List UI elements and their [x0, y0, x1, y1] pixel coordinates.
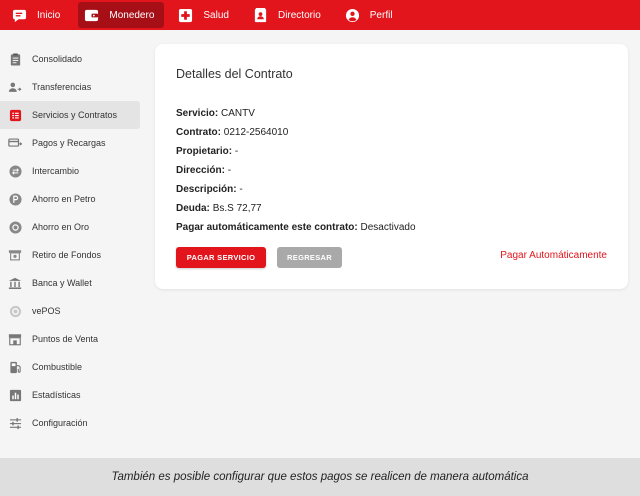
contract-details: Servicio: CANTV Contrato: 0212-2564010 P… [176, 104, 416, 237]
detail-servicio: Servicio: CANTV [176, 104, 416, 123]
detail-label: Dirección: [176, 165, 225, 176]
sidebar-item-label: Configuración [32, 418, 88, 428]
sidebar-item-configuracion[interactable]: Configuración [0, 409, 140, 437]
sidebar-item-banca[interactable]: Banca y Wallet [0, 269, 140, 297]
sidebar-item-transferencias[interactable]: Transferencias [0, 73, 140, 101]
sidebar-item-label: Pagos y Recargas [32, 138, 106, 148]
petro-coin-icon [8, 192, 22, 206]
detail-value: CANTV [221, 108, 255, 119]
withdraw-icon [8, 248, 22, 262]
user-icon [345, 8, 360, 23]
person-transfer-icon [8, 80, 22, 94]
sidebar-item-ahorro-oro[interactable]: Ahorro en Oro [0, 213, 140, 241]
detail-propietario: Propietario: - [176, 142, 416, 161]
caption: También es posible configurar que estos … [0, 458, 640, 496]
receipt-icon [8, 108, 22, 122]
detail-contrato: Contrato: 0212-2564010 [176, 123, 416, 142]
detail-value: - [234, 146, 239, 157]
sidebar-item-label: Ahorro en Oro [32, 222, 90, 232]
detail-value: - [227, 165, 232, 176]
card-title: Detalles del Contrato [176, 67, 293, 81]
fuel-pump-icon [8, 360, 22, 374]
sidebar-item-intercambio[interactable]: Intercambio [0, 157, 140, 185]
chat-icon [12, 8, 27, 23]
topnav-directorio[interactable]: Directorio [247, 2, 331, 28]
sidebar-item-label: Puntos de Venta [32, 334, 99, 344]
detail-value: - [239, 184, 243, 195]
sliders-icon [8, 416, 22, 430]
sidebar-item-label: Retiro de Fondos [32, 250, 102, 260]
store-icon [8, 332, 22, 346]
sidebar-item-consolidado[interactable]: Consolidado [0, 45, 140, 73]
top-navigation-bar: Inicio Monedero Salud Directorio Perfil [0, 0, 640, 30]
detail-label: Descripción: [176, 184, 237, 195]
sidebar-item-label: Banca y Wallet [32, 278, 92, 288]
gold-coin-icon [8, 220, 22, 234]
sidebar-item-label: Intercambio [32, 166, 80, 176]
topnav-label: Monedero [109, 9, 155, 21]
detail-direccion: Dirección: - [176, 161, 416, 180]
topnav-label: Salud [203, 9, 229, 21]
detail-value: Bs.S 72,77 [212, 203, 262, 214]
sidebar-item-combustible[interactable]: Combustible [0, 353, 140, 381]
contacts-book-icon [253, 7, 268, 23]
topnav-inicio[interactable]: Inicio [6, 2, 70, 28]
pay-service-button[interactable]: PAGAR SERVICIO [176, 247, 266, 268]
payment-card-icon [8, 136, 22, 150]
detail-label: Deuda: [176, 203, 210, 214]
sidebar-item-puntos-venta[interactable]: Puntos de Venta [0, 325, 140, 353]
sidebar-item-label: Combustible [32, 362, 83, 372]
sidebar-item-vepos[interactable]: vePOS [0, 297, 140, 325]
topnav-label: Directorio [277, 9, 321, 21]
detail-pago-automatico: Pagar automáticamente este contrato: Des… [176, 218, 416, 237]
detail-label: Contrato: [176, 127, 221, 138]
detail-descripcion: Descripción: - [176, 180, 416, 199]
sidebar-item-label: Servicios y Contratos [32, 110, 118, 120]
wallet-icon [84, 8, 99, 23]
sidebar-item-label: vePOS [32, 306, 61, 316]
topnav-label: Perfil [369, 9, 393, 21]
detail-label: Servicio: [176, 108, 219, 119]
sidebar-item-pagos[interactable]: Pagos y Recargas [0, 129, 140, 157]
auto-pay-link[interactable]: Pagar Automáticamente [500, 250, 607, 261]
detail-label: Pagar automáticamente este contrato: [176, 222, 358, 233]
bank-icon [8, 276, 22, 290]
exchange-icon [8, 164, 22, 178]
sidebar-item-label: Estadísticas [32, 390, 81, 400]
sidebar: Consolidado Transferencias Servicios y C… [0, 30, 140, 458]
sidebar-item-servicios[interactable]: Servicios y Contratos [0, 101, 140, 129]
contract-details-card: Detalles del Contrato Servicio: CANTV Co… [155, 44, 628, 289]
detail-label: Propietario: [176, 146, 233, 157]
bar-chart-icon [8, 388, 22, 402]
topnav-label: Inicio [37, 9, 61, 21]
sidebar-item-estadisticas[interactable]: Estadísticas [0, 381, 140, 409]
topnav-monedero[interactable]: Monedero [78, 2, 165, 28]
detail-deuda: Deuda: Bs.S 72,77 [176, 199, 416, 218]
sidebar-item-label: Transferencias [32, 82, 92, 92]
topnav-perfil[interactable]: Perfil [339, 2, 403, 28]
clipboard-icon [8, 52, 22, 66]
detail-value: Desactivado [360, 222, 416, 233]
sidebar-item-ahorro-petro[interactable]: Ahorro en Petro [0, 185, 140, 213]
health-cross-icon [178, 8, 193, 23]
sidebar-item-retiro[interactable]: Retiro de Fondos [0, 241, 140, 269]
sidebar-item-label: Ahorro en Petro [32, 194, 96, 204]
back-button[interactable]: REGRESAR [277, 247, 342, 268]
detail-value: 0212-2564010 [223, 127, 289, 138]
pos-icon [8, 304, 22, 318]
sidebar-item-label: Consolidado [32, 54, 83, 64]
topnav-salud[interactable]: Salud [172, 2, 239, 28]
